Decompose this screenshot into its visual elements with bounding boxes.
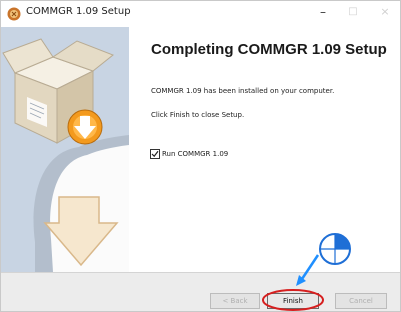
- installer-window: COMMGR 1.09 Setup – □ × Completing COMMG…: [0, 0, 401, 312]
- run-app-option[interactable]: Run COMMGR 1.09: [150, 149, 228, 159]
- page-heading: Completing COMMGR 1.09 Setup: [151, 41, 387, 58]
- back-button[interactable]: < Back: [210, 293, 260, 309]
- install-box-graphic: [2, 38, 129, 272]
- check-mark-icon: [151, 150, 159, 158]
- run-app-checkbox[interactable]: [150, 149, 160, 159]
- title-bar[interactable]: COMMGR 1.09 Setup – □ ×: [1, 1, 400, 27]
- finish-instruction: Click Finish to close Setup.: [151, 111, 245, 119]
- run-app-label[interactable]: Run COMMGR 1.09: [162, 150, 228, 158]
- close-button[interactable]: ×: [376, 5, 394, 21]
- finish-button[interactable]: Finish: [267, 293, 319, 309]
- wizard-content: Completing COMMGR 1.09 Setup COMMGR 1.09…: [129, 27, 400, 272]
- installer-app-icon: [7, 7, 21, 21]
- wizard-side-banner: [1, 27, 129, 272]
- cancel-button[interactable]: Cancel: [335, 293, 387, 309]
- installed-message: COMMGR 1.09 has been installed on your c…: [151, 87, 335, 95]
- maximize-button[interactable]: □: [344, 5, 362, 21]
- minimize-button[interactable]: –: [314, 5, 332, 21]
- window-title: COMMGR 1.09 Setup: [26, 6, 131, 17]
